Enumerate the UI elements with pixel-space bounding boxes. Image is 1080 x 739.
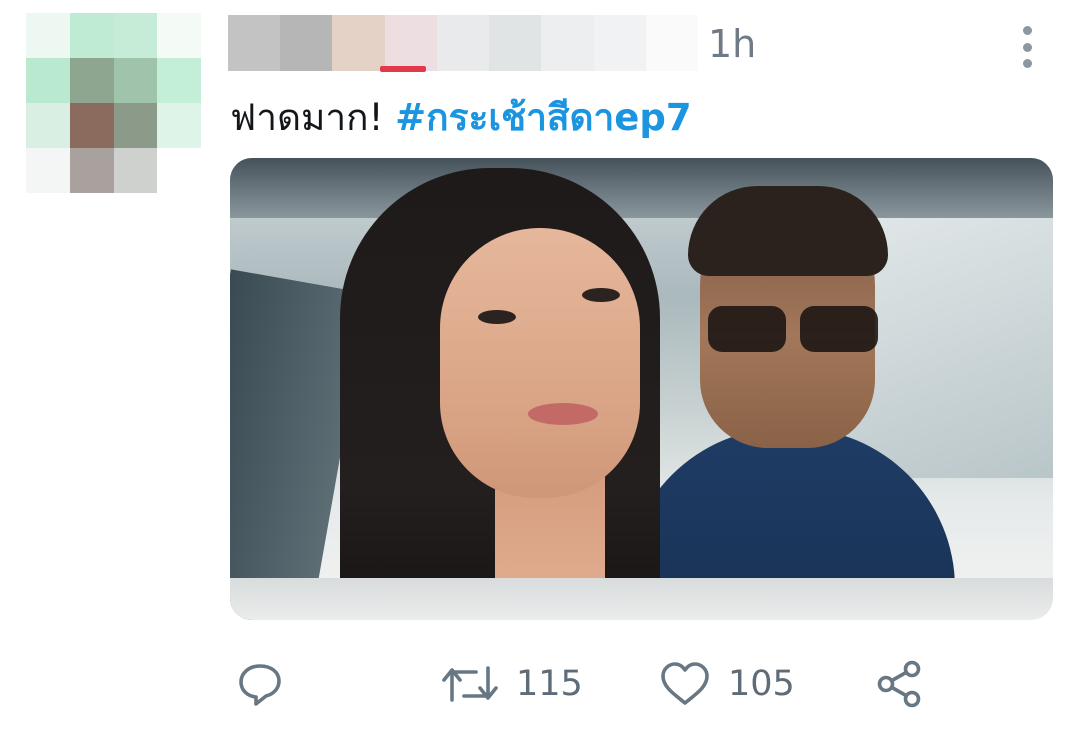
retweet-icon — [442, 666, 498, 702]
hashtag-link[interactable]: #กระเช้าสีดาep7 — [395, 96, 691, 139]
handle-censored — [380, 66, 426, 72]
woman-face — [440, 228, 640, 498]
car-dashboard — [230, 578, 1053, 620]
tweet-image[interactable] — [230, 158, 1053, 620]
retweet-button[interactable]: 115 — [442, 654, 583, 714]
reply-bubble-icon — [239, 664, 281, 706]
timestamp[interactable]: 1h — [708, 22, 756, 66]
woman-eye-right — [582, 288, 620, 302]
avatar[interactable] — [26, 13, 201, 193]
kebab-vertical-icon[interactable] — [1018, 26, 1036, 68]
car-roof — [230, 158, 1053, 218]
tweet-text: ฟาดมาก! #กระเช้าสีดาep7 — [230, 88, 692, 147]
share-icon — [877, 660, 921, 708]
display-name-censored[interactable] — [228, 15, 698, 71]
like-count: 105 — [728, 664, 795, 704]
like-button[interactable]: 105 — [660, 654, 795, 714]
woman-lips — [528, 403, 598, 425]
reply-button[interactable] — [236, 654, 284, 714]
share-button[interactable] — [874, 654, 924, 714]
man-hair — [688, 186, 888, 276]
sunglasses — [708, 306, 878, 352]
woman-eye-left — [478, 310, 516, 324]
heart-icon — [661, 662, 709, 705]
retweet-count: 115 — [516, 664, 583, 704]
tweet-body: ฟาดมาก! — [230, 96, 396, 139]
action-bar: 115 105 — [236, 654, 936, 714]
